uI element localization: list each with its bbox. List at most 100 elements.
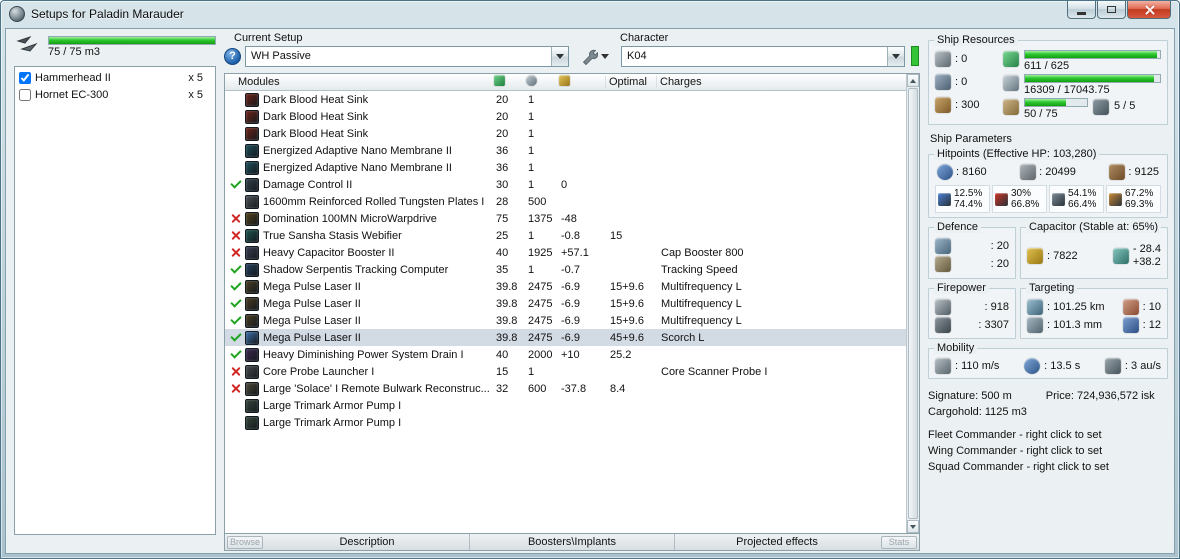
- module-row[interactable]: Shadow Serpentis Tracking Computer 35 1 …: [225, 261, 906, 278]
- module-optimal-value: 15+9.6: [610, 297, 644, 310]
- bottom-tab[interactable]: Boosters\Implants: [469, 534, 674, 550]
- module-name: Large 'Solace' I Remote Bulwark Reconstr…: [263, 382, 490, 395]
- module-row[interactable]: Energized Adaptive Nano Membrane II 36 1: [225, 142, 906, 159]
- capacitor-icon: [1027, 247, 1043, 264]
- squad-commander-line[interactable]: Squad Commander - right click to set: [928, 461, 1109, 473]
- module-row[interactable]: Domination 100MN MicroWarpdrive 75 1375 …: [225, 210, 906, 227]
- module-row[interactable]: Core Probe Launcher I 15 1 Core Scanner …: [225, 363, 906, 380]
- module-row[interactable]: Dark Blood Heat Sink 20 1: [225, 91, 906, 108]
- character-dropdown[interactable]: K04: [621, 45, 905, 67]
- modules-scrollbar[interactable]: [906, 74, 919, 533]
- volley-stat: : 918: [935, 298, 1009, 316]
- drone-list-item[interactable]: Hornet EC-300 x 5: [15, 86, 215, 103]
- bottom-tab[interactable]: Projected effects: [674, 534, 879, 550]
- module-row[interactable]: Mega Pulse Laser II 39.8 2475 -6.9 15+9.…: [225, 295, 906, 312]
- modules-table-header[interactable]: Modules Optimal Charges: [225, 74, 919, 91]
- drone-capacity-bar: [48, 36, 216, 45]
- module-optimal-value: 15: [610, 229, 623, 242]
- module-row[interactable]: Large Trimark Armor Pump I: [225, 397, 906, 414]
- module-icon: [245, 245, 259, 260]
- scrollbar-thumb[interactable]: [908, 88, 918, 519]
- scroll-down-button[interactable]: [907, 520, 919, 533]
- upgrades-bar: [1024, 98, 1088, 107]
- module-row[interactable]: 1600mm Reinforced Rolled Tungsten Plates…: [225, 193, 906, 210]
- stats-button[interactable]: Stats: [881, 535, 917, 549]
- module-cpu-value: 20: [496, 127, 509, 140]
- top-controls: ? WH Passive K04: [224, 44, 920, 68]
- setup-tools-button[interactable]: [573, 46, 617, 67]
- fit-status-icon: [230, 110, 245, 123]
- armor-hp: : 20499: [1020, 164, 1076, 180]
- targeting-group: Targeting : 101.25 km : 10: 101.3 mm: …: [1020, 282, 1168, 339]
- module-row[interactable]: Mega Pulse Laser II 39.8 2475 -6.9 15+9.…: [225, 312, 906, 329]
- module-icon: [245, 313, 259, 328]
- modules-table: Modules Optimal Charges Dark Blood Heat …: [224, 73, 920, 534]
- module-capacitor-value: +57.1: [561, 246, 589, 259]
- module-capacitor-value: +10: [561, 348, 580, 361]
- fleet-commander-line[interactable]: Fleet Commander - right click to set: [928, 429, 1102, 441]
- module-powergrid-value: 1: [528, 93, 535, 106]
- current-setup-label: Current Setup: [234, 32, 303, 44]
- maximize-icon: [1107, 6, 1116, 13]
- setup-dropdown-arrow[interactable]: [551, 46, 568, 66]
- drone-bay-header: 75 / 75 m3: [14, 34, 216, 64]
- ship-parameters-title: Ship Parameters: [930, 133, 1012, 145]
- powergrid-column-icon: [526, 75, 537, 86]
- resistance-cell: 30% 66.8%: [992, 185, 1047, 213]
- armor-icon: [1020, 164, 1037, 180]
- module-row[interactable]: Dark Blood Heat Sink 20 1: [225, 125, 906, 142]
- explosive-damage-icon: [1109, 192, 1122, 206]
- fit-status-icon: [230, 314, 245, 327]
- defence-value-2: : 20: [990, 258, 1009, 270]
- shield-hp-value: : 8160: [956, 166, 987, 178]
- wing-commander-line[interactable]: Wing Commander - right click to set: [928, 445, 1102, 457]
- help-icon[interactable]: ?: [224, 47, 241, 65]
- titlebar[interactable]: Setups for Paladin Marauder: [1, 1, 1179, 27]
- module-row[interactable]: Mega Pulse Laser II 39.8 2475 -6.9 15+9.…: [225, 278, 906, 295]
- browse-button[interactable]: Browse: [227, 535, 263, 549]
- module-row[interactable]: Damage Control II 30 1 0: [225, 176, 906, 193]
- shield-resist-value: 54.1%: [1068, 188, 1097, 199]
- calibration-value: : 300: [955, 99, 980, 111]
- max-velocity-value: : 110 m/s: [955, 360, 1000, 372]
- maximize-button[interactable]: [1097, 1, 1126, 19]
- modules-column-header[interactable]: Modules: [238, 76, 494, 88]
- fit-status-icon: [230, 246, 245, 259]
- module-row[interactable]: Large 'Solace' I Remote Bulwark Reconstr…: [225, 380, 906, 397]
- module-row[interactable]: Energized Adaptive Nano Membrane II 36 1: [225, 159, 906, 176]
- module-powergrid-value: 2475: [528, 297, 553, 310]
- module-powergrid-value: 1: [528, 365, 535, 378]
- module-row[interactable]: Heavy Diminishing Power System Drain I 4…: [225, 346, 906, 363]
- thermal-damage-icon: [995, 192, 1008, 206]
- scan-resolution-value: : 101.3 mm: [1047, 319, 1103, 331]
- drone-checkbox[interactable]: [19, 88, 31, 101]
- module-row[interactable]: Dark Blood Heat Sink 20 1: [225, 108, 906, 125]
- optimal-column-header[interactable]: Optimal: [605, 76, 656, 88]
- module-cpu-value: 30: [496, 178, 509, 191]
- drone-checkbox[interactable]: [19, 71, 31, 84]
- module-row[interactable]: Heavy Capacitor Booster II 40 1925 +57.1…: [225, 244, 906, 261]
- character-dropdown-arrow[interactable]: [887, 46, 904, 66]
- drone-qty: x 5: [188, 88, 203, 101]
- module-row[interactable]: Mega Pulse Laser II 39.8 2475 -6.9 45+9.…: [225, 329, 906, 346]
- drone-list-item[interactable]: Hammerhead II x 5: [15, 69, 215, 86]
- module-row[interactable]: Large Trimark Armor Pump I: [225, 414, 906, 431]
- module-icon: [245, 160, 259, 175]
- drone-list[interactable]: Hammerhead II x 5 Hornet EC-300 x 5: [14, 66, 216, 535]
- scroll-up-button[interactable]: [907, 74, 919, 87]
- module-optimal-value: 15+9.6: [610, 314, 644, 327]
- resource-bars-column: 611 / 625 16309 / 17043.75 50 / 75 5 / 5: [1003, 50, 1161, 120]
- bottom-tab[interactable]: Description: [265, 534, 469, 550]
- bottom-tab-bar: Browse Description Boosters\Implants Pro…: [224, 534, 920, 551]
- module-name: Energized Adaptive Nano Membrane II: [263, 161, 452, 174]
- setup-dropdown[interactable]: WH Passive: [245, 45, 569, 67]
- minimize-icon: [1077, 11, 1086, 15]
- minimize-button[interactable]: [1067, 1, 1096, 19]
- charges-column-header[interactable]: Charges: [656, 76, 906, 88]
- ship-resources-title: Ship Resources: [934, 34, 1018, 46]
- dps-icon: [935, 317, 951, 333]
- module-name: 1600mm Reinforced Rolled Tungsten Plates…: [263, 195, 485, 208]
- shield-resist-value: 30%: [1011, 188, 1032, 199]
- close-button[interactable]: [1127, 1, 1171, 19]
- module-row[interactable]: True Sansha Stasis Webifier 25 1 -0.8 15: [225, 227, 906, 244]
